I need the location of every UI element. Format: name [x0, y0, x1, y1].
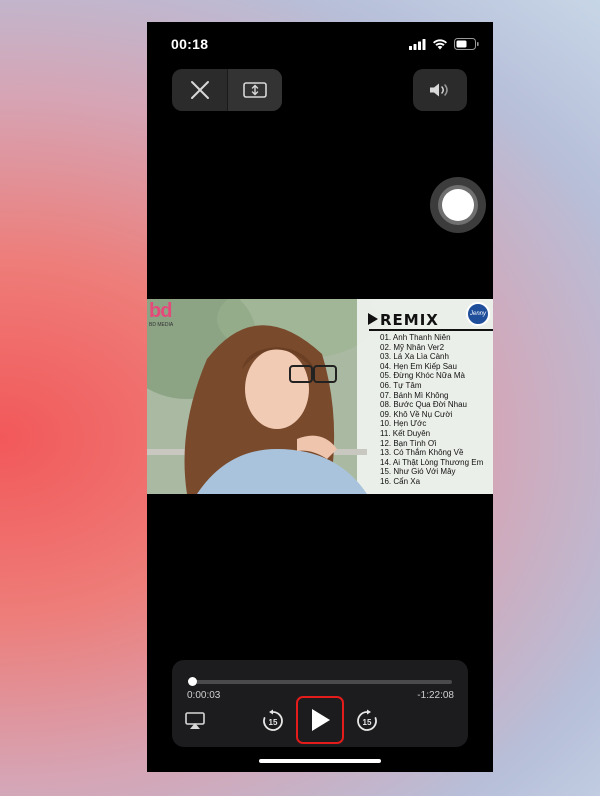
status-time: 00:18	[171, 36, 209, 52]
fit-screen-icon	[243, 82, 267, 98]
track-item: 11. Kết Duyên	[380, 428, 431, 438]
remaining-time: -1:22:08	[417, 690, 454, 701]
top-controls	[172, 69, 282, 111]
track-list: 01. Anh Thanh Niên 02. Mỹ Nhân Ver2 03. Lá…	[380, 333, 483, 487]
battery-icon	[454, 38, 479, 50]
cellular-signal-icon	[409, 38, 426, 50]
skip-back-seconds: 15	[269, 718, 278, 727]
track-item: 08. Bước Qua Đời Nhau	[380, 400, 467, 410]
fit-screen-button[interactable]	[227, 69, 282, 111]
track-item: 01. Anh Thanh Niên	[380, 333, 451, 342]
track-item: 02. Mỹ Nhân Ver2	[380, 342, 445, 352]
close-icon	[190, 81, 209, 99]
track-item: 15. Như Gió Với Mây	[380, 467, 456, 477]
skip-back-15-icon: 15	[263, 709, 283, 731]
track-item: 12. Bạn Tình Ơi	[380, 438, 437, 448]
channel-badge: Jenny	[466, 302, 490, 326]
progress-bar[interactable]	[188, 677, 452, 686]
airplay-icon	[185, 712, 205, 729]
track-item: 10. Hẹn Ước	[380, 419, 427, 429]
title-underline	[369, 329, 493, 331]
skip-forward-15-icon: 15	[357, 709, 377, 731]
skip-forward-seconds: 15	[363, 718, 372, 727]
volume-button[interactable]	[413, 69, 467, 111]
track-item: 04. Hẹn Em Kiếp Sau	[380, 361, 457, 371]
progress-knob[interactable]	[188, 677, 198, 686]
track-item: 05. Đừng Khóc Nữa Mà	[380, 371, 465, 381]
video-frame[interactable]: bd BD MEDIA Jenny REMIX 01. Anh Thanh Ni…	[147, 299, 493, 494]
track-item: 09. Khô Về Nụ Cười	[380, 409, 453, 419]
track-item: 06. Tự Tâm	[380, 380, 422, 390]
track-item: 13. Có Thắm Không Về	[380, 448, 464, 458]
track-item: 07. Bánh Mì Không	[380, 390, 449, 400]
assistive-touch-button[interactable]	[430, 177, 486, 233]
home-indicator[interactable]	[259, 759, 381, 763]
elapsed-time: 0:00:03	[187, 690, 221, 701]
logo-mark: bd	[149, 300, 172, 322]
skip-forward-button[interactable]: 15	[354, 708, 380, 734]
play-icon	[312, 709, 330, 731]
wifi-icon	[433, 39, 447, 50]
track-item: 14. Ai Thật Lòng Thương Em	[380, 457, 484, 467]
status-bar: 00:18	[147, 22, 493, 66]
speaker-icon	[430, 83, 448, 97]
airplay-button[interactable]	[184, 710, 206, 732]
logo-subtext: BD MEDIA	[149, 322, 174, 328]
close-button[interactable]	[172, 69, 227, 111]
channel-logo: bd BD MEDIA	[149, 301, 181, 328]
play-triangle-icon	[368, 313, 378, 325]
status-icons	[409, 38, 479, 50]
track-item: 03. Lá Xa Lìa Cành	[380, 352, 449, 362]
remix-title: REMIX	[368, 311, 439, 329]
assistive-touch-dot	[442, 189, 474, 221]
playback-controls: 0:00:03 -1:22:08 15 15	[172, 660, 468, 747]
track-item: 16. Cẩn Xa	[380, 476, 421, 486]
play-button[interactable]	[296, 696, 344, 744]
remix-title-text: REMIX	[380, 311, 439, 329]
phone-screen: 00:18 bd BD MEDIA Jenny REMIX 01. Anh Th…	[147, 22, 493, 772]
skip-back-button[interactable]: 15	[260, 708, 286, 734]
